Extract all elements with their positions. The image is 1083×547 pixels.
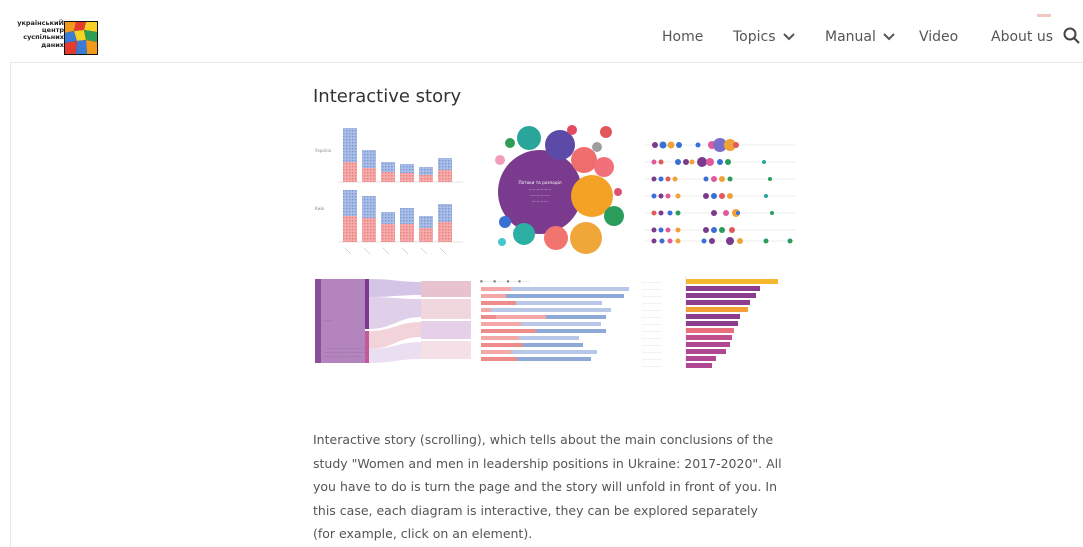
nav-manual[interactable]: Manual bbox=[825, 29, 895, 45]
svg-text:........................: ........................ bbox=[642, 337, 662, 340]
svg-text:........................: ........................ bbox=[642, 365, 662, 368]
svg-text:Київ: Київ bbox=[315, 206, 325, 211]
page-left-border bbox=[10, 0, 11, 547]
horizontal-bar-thumbnail[interactable]: ■ .......... ■ .......... ■ ........ ■ .… bbox=[478, 277, 633, 367]
svg-text:........................: ........................ bbox=[642, 344, 662, 347]
nav-topics[interactable]: Topics bbox=[733, 29, 795, 45]
chevron-down-icon bbox=[883, 33, 895, 41]
svg-text:.................: ................. bbox=[529, 186, 552, 191]
header-accent bbox=[1037, 14, 1051, 17]
svg-text:Потоки та розподіл: Потоки та розподіл bbox=[518, 180, 561, 185]
nav-manual-label: Manual bbox=[825, 29, 876, 45]
svg-text:........................: ........................ bbox=[642, 351, 662, 354]
chevron-down-icon bbox=[782, 33, 795, 41]
svg-text:...............: ............... bbox=[530, 192, 550, 197]
nav-about[interactable]: About us bbox=[991, 29, 1053, 45]
svg-text:........................: ........................ bbox=[642, 330, 662, 333]
svg-text:........................: ........................ bbox=[642, 316, 662, 319]
svg-text:..........: .......... bbox=[323, 318, 333, 322]
site-header: українськиЙ центр суспільних даних Home … bbox=[10, 0, 1083, 63]
ranked-bar-thumbnail[interactable]: ........................................… bbox=[640, 272, 800, 370]
story-description: Interactive story (scrolling), which tel… bbox=[313, 432, 782, 541]
page-title: Interactive story bbox=[313, 86, 462, 107]
svg-text:........................: ........................ bbox=[642, 309, 662, 312]
main-nav: Home Topics Manual Video About us bbox=[10, 29, 1083, 49]
svg-text:........................: ........................ bbox=[642, 323, 662, 326]
nav-topics-label: Topics bbox=[733, 29, 776, 45]
search-icon[interactable] bbox=[1062, 26, 1082, 46]
nav-video[interactable]: Video bbox=[919, 29, 958, 45]
svg-text:.............: ............. bbox=[531, 198, 548, 203]
svg-text:Україна: Україна bbox=[315, 148, 332, 153]
svg-text:........................: ........................ bbox=[642, 295, 662, 298]
svg-text:........................: ........................ bbox=[642, 281, 662, 284]
svg-text:........................: ........................ bbox=[642, 358, 662, 361]
sankey-thumbnail[interactable]: .......... .............................… bbox=[313, 277, 473, 365]
bubble-thumbnail[interactable]: Потоки та розподіл ................. ...… bbox=[478, 120, 633, 260]
svg-text:........................: ........................ bbox=[642, 288, 662, 291]
svg-text:■ .......... ■ .......... ■ ..: ■ .......... ■ .......... ■ ........ ■ .… bbox=[480, 279, 530, 283]
svg-text:..............................: ....................................... bbox=[325, 354, 362, 358]
svg-text:........................: ........................ bbox=[642, 302, 662, 305]
dot-plot-thumbnail[interactable] bbox=[640, 130, 800, 250]
stacked-bar-thumbnail[interactable]: Україна Київ bbox=[313, 124, 465, 259]
nav-home[interactable]: Home bbox=[662, 29, 703, 45]
